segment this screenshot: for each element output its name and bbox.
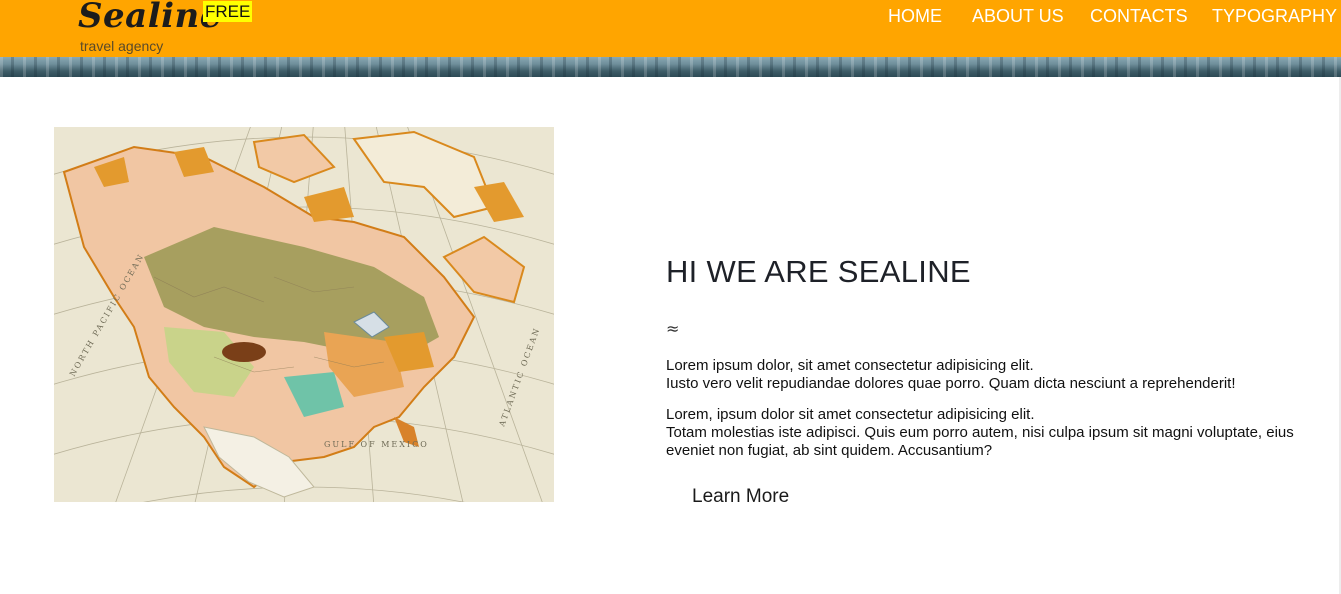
map-image: NORTH PACIFIC OCEAN ATLANTIC OCEAN GULF … (54, 127, 554, 502)
nav-about-us[interactable]: ABOUT US (972, 6, 1064, 27)
logo-tagline: travel agency (80, 38, 164, 54)
sea-banner (0, 57, 1341, 77)
intro-paragraph-1: Lorem ipsum dolor, sit amet consectetur … (666, 357, 1236, 393)
paragraph-line: eveniet non fugiat, ab sint quidem. Accu… (666, 442, 993, 459)
page-headline: HI WE ARE SEALINE (666, 254, 971, 289)
nav-typography[interactable]: TYPOGRAPHY (1212, 6, 1337, 27)
nav-home[interactable]: HOME (888, 6, 942, 27)
learn-more-button[interactable]: Learn More (692, 486, 789, 508)
paragraph-line: Lorem ipsum dolor, sit amet consectetur … (666, 357, 1034, 374)
paragraph-line: Iusto vero velit repudiandae dolores qua… (666, 375, 1236, 392)
site-header: Sealine travel agency FREE HOME ABOUT US… (0, 0, 1341, 57)
site-logo[interactable]: Sealine travel agency FREE (76, 0, 256, 57)
intro-paragraph-2: Lorem, ipsum dolor sit amet consectetur … (666, 406, 1336, 460)
wave-divider: ≈ (666, 319, 680, 338)
nav-contacts[interactable]: CONTACTS (1090, 6, 1188, 27)
paragraph-line: Lorem, ipsum dolor sit amet consectetur … (666, 406, 1035, 423)
free-badge: FREE (203, 1, 253, 22)
svg-text:GULF OF MEXICO: GULF OF MEXICO (324, 440, 429, 449)
logo-wordmark: Sealine (78, 0, 222, 36)
paragraph-line: Totam molestias iste adipisci. Quis eum … (666, 424, 1294, 441)
